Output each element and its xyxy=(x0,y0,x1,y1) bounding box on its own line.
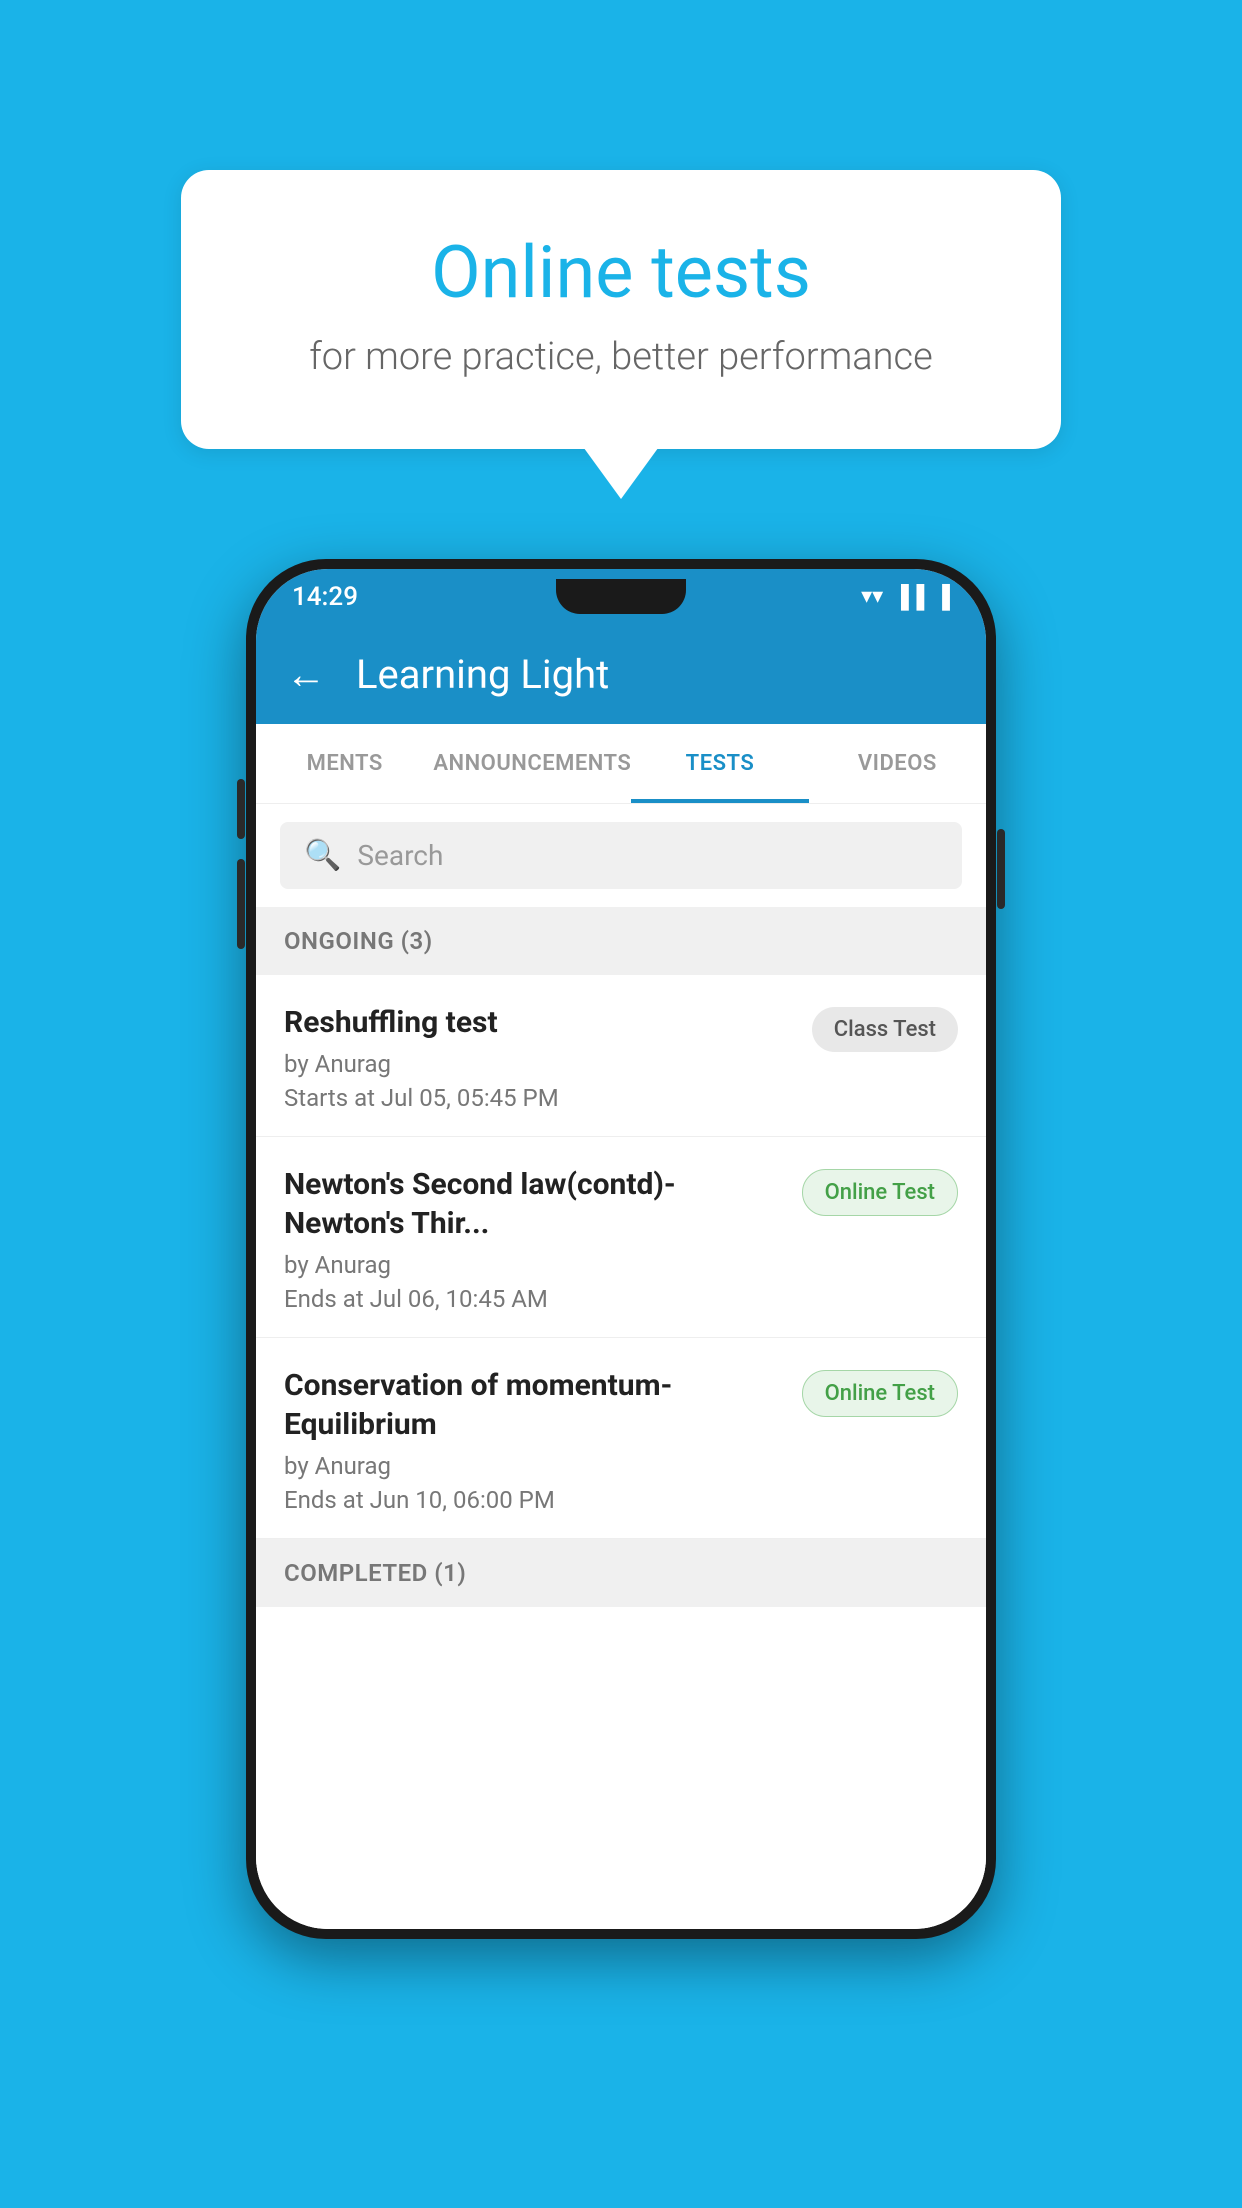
bubble-subtitle: for more practice, better performance xyxy=(261,335,981,379)
phone-mockup: 14:29 ▾▾ ▐▐ ▐ ← Learning Light MENTS ANN… xyxy=(246,559,996,1939)
volume-up-button xyxy=(237,779,245,839)
test-author: by Anurag xyxy=(284,1452,786,1480)
test-title: Newton's Second law(contd)-Newton's Thir… xyxy=(284,1165,786,1243)
phone-frame: 14:29 ▾▾ ▐▐ ▐ ← Learning Light MENTS ANN… xyxy=(246,559,996,1939)
completed-section-header: COMPLETED (1) xyxy=(256,1539,986,1607)
tab-tests[interactable]: TESTS xyxy=(631,724,808,803)
search-container: 🔍 Search xyxy=(256,804,986,907)
test-author: by Anurag xyxy=(284,1050,796,1078)
test-date: Starts at Jul 05, 05:45 PM xyxy=(284,1084,796,1112)
test-date: Ends at Jun 10, 06:00 PM xyxy=(284,1486,786,1514)
test-title: Conservation of momentum-Equilibrium xyxy=(284,1366,786,1444)
power-button xyxy=(997,829,1005,909)
content-area: 🔍 Search ONGOING (3) Reshuffling test by… xyxy=(256,804,986,1929)
test-info: Reshuffling test by Anurag Starts at Jul… xyxy=(284,1003,796,1112)
test-badge-class: Class Test xyxy=(812,1007,958,1052)
back-button[interactable]: ← xyxy=(286,651,326,698)
test-badge-online: Online Test xyxy=(802,1370,958,1417)
bubble-title: Online tests xyxy=(261,230,981,315)
battery-icon: ▐ xyxy=(934,584,950,610)
ongoing-section-header: ONGOING (3) xyxy=(256,907,986,975)
test-item[interactable]: Newton's Second law(contd)-Newton's Thir… xyxy=(256,1137,986,1338)
test-info: Conservation of momentum-Equilibrium by … xyxy=(284,1366,786,1514)
test-list: Reshuffling test by Anurag Starts at Jul… xyxy=(256,975,986,1929)
completed-label: COMPLETED (1) xyxy=(284,1559,466,1587)
ongoing-label: ONGOING (3) xyxy=(284,927,433,955)
status-time: 14:29 xyxy=(292,582,358,612)
test-title: Reshuffling test xyxy=(284,1003,796,1042)
test-item[interactable]: Reshuffling test by Anurag Starts at Jul… xyxy=(256,975,986,1137)
status-icons: ▾▾ ▐▐ ▐ xyxy=(861,584,950,610)
tab-ments[interactable]: MENTS xyxy=(256,724,433,803)
test-badge-online: Online Test xyxy=(802,1169,958,1216)
test-date: Ends at Jul 06, 10:45 AM xyxy=(284,1285,786,1313)
promo-bubble: Online tests for more practice, better p… xyxy=(181,170,1061,449)
tab-announcements[interactable]: ANNOUNCEMENTS xyxy=(433,724,631,803)
tabs-bar: MENTS ANNOUNCEMENTS TESTS VIDEOS xyxy=(256,724,986,804)
phone-notch xyxy=(556,579,686,614)
volume-down-button xyxy=(237,859,245,949)
signal-icon: ▐▐ xyxy=(893,584,924,610)
app-bar: ← Learning Light xyxy=(256,624,986,724)
tab-videos[interactable]: VIDEOS xyxy=(809,724,986,803)
wifi-icon: ▾▾ xyxy=(861,584,883,609)
test-item[interactable]: Conservation of momentum-Equilibrium by … xyxy=(256,1338,986,1539)
app-title: Learning Light xyxy=(356,651,609,698)
search-icon: 🔍 xyxy=(304,838,341,873)
test-info: Newton's Second law(contd)-Newton's Thir… xyxy=(284,1165,786,1313)
search-placeholder: Search xyxy=(357,839,443,872)
phone-screen: 14:29 ▾▾ ▐▐ ▐ ← Learning Light MENTS ANN… xyxy=(256,569,986,1929)
test-author: by Anurag xyxy=(284,1251,786,1279)
search-input[interactable]: 🔍 Search xyxy=(280,822,962,889)
